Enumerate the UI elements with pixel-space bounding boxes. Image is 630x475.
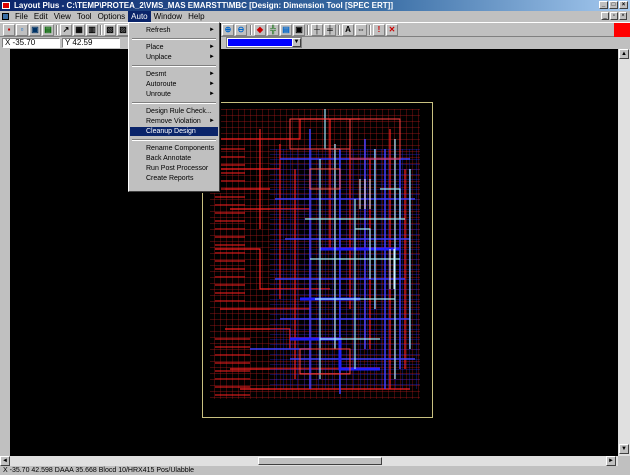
menu-item-refresh[interactable]: Refresh ► [130, 26, 218, 35]
zoom-out-icon[interactable]: ⊖ [235, 24, 247, 36]
menu-separator [132, 139, 216, 141]
connect-icon[interactable]: ┼ [311, 24, 323, 36]
menu-separator [132, 102, 216, 104]
auto-menu-dropdown: Refresh ► Place ► Unplace ► Desmt ► Autorout… [128, 22, 220, 192]
submenu-arrow-icon: ► [209, 44, 215, 50]
menu-separator [132, 65, 216, 67]
status-bar: X -35.70 42.598 DAAA 35.668 Blocd 10/HRX… [0, 466, 630, 475]
submenu-arrow-icon: ► [209, 91, 215, 97]
toolbar-separator [56, 25, 58, 35]
submenu-arrow-icon: ► [209, 54, 215, 60]
submenu-arrow-icon: ► [209, 27, 215, 33]
scroll-left-icon[interactable]: ◄ [0, 456, 10, 466]
menu-item-rename-components[interactable]: Rename Components [130, 144, 218, 153]
left-gutter [0, 49, 10, 456]
tool-icon-3[interactable]: ▥ [86, 24, 98, 36]
layer-color-swatch [228, 39, 292, 46]
tool-icon-4[interactable]: ▧ [104, 24, 116, 36]
chevron-down-icon[interactable]: ▼ [292, 38, 301, 47]
menu-separator [132, 38, 216, 40]
vertical-scrollbar[interactable]: ▲ ▼ [618, 49, 630, 456]
menu-options[interactable]: Options [95, 11, 129, 22]
horizontal-scroll-thumb[interactable] [258, 457, 382, 465]
menu-file[interactable]: File [12, 11, 31, 22]
doc-close-button[interactable]: × [619, 12, 627, 20]
print-icon[interactable]: ▤ [42, 24, 54, 36]
menu-window[interactable]: Window [151, 11, 185, 22]
toolbar-separator [100, 25, 102, 35]
minimize-button[interactable]: _ [599, 1, 608, 9]
doc-restore-button[interactable]: ▫ [610, 12, 618, 20]
menu-tool[interactable]: Tool [74, 11, 95, 22]
window-title: Layout Plus - C:\TEMP\PROTEA_2\VMS_MAS E… [14, 1, 393, 10]
submenu-arrow-icon: ► [209, 81, 215, 87]
menu-item-create-reports[interactable]: Create Reports [130, 174, 218, 183]
menu-item-unplace[interactable]: Unplace ► [130, 53, 218, 62]
coordinate-bar: X -35.70 Y 42.59 ▼ [0, 37, 630, 49]
zoom-in-icon[interactable]: ⊕ [222, 24, 234, 36]
submenu-arrow-icon: ► [209, 71, 215, 77]
menu-item-run-post-processor[interactable]: Run Post Processor [130, 164, 218, 173]
menu-edit[interactable]: Edit [31, 11, 51, 22]
tool-icon-2[interactable]: ▦ [73, 24, 85, 36]
text-icon[interactable]: A [342, 24, 354, 36]
menu-help[interactable]: Help [185, 11, 207, 22]
error-icon[interactable]: ✕ [386, 24, 398, 36]
dimension-icon[interactable]: ⇔ [355, 24, 367, 36]
close-button[interactable]: × [619, 1, 628, 9]
board-outline [202, 102, 433, 418]
layer-select[interactable]: ▼ [226, 37, 302, 48]
save-icon[interactable]: ▣ [29, 24, 41, 36]
toolbar: ▪ ▫ ▣ ▤ ↗ ▦ ▥ ▧ ▨ ⊕ ⊖ ◆ ╬ ▤ ▣ ┼ ╪ A ⇔ ! … [0, 22, 630, 37]
doc-minimize-button[interactable]: _ [601, 12, 609, 20]
toolbar-separator [307, 25, 309, 35]
drc-icon[interactable]: ! [373, 24, 385, 36]
tool-icon-1[interactable]: ↗ [60, 24, 72, 36]
scroll-right-icon[interactable]: ► [606, 456, 616, 466]
x-coordinate: X -35.70 [2, 38, 60, 48]
menu-bar: File Edit View Tool Options Auto Window … [0, 11, 630, 22]
toolbar-separator [338, 25, 340, 35]
scroll-down-icon[interactable]: ▼ [619, 444, 629, 454]
menu-item-back-annotate[interactable]: Back Annotate [130, 154, 218, 163]
app-icon[interactable] [2, 2, 10, 9]
via-icon[interactable]: ▣ [293, 24, 305, 36]
menu-item-design-rule-check[interactable]: Design Rule Check... [130, 107, 218, 116]
y-coordinate: Y 42.59 [62, 38, 120, 48]
menu-item-remove-violation[interactable]: Remove Violation ► [130, 117, 218, 126]
scroll-up-icon[interactable]: ▲ [619, 49, 629, 59]
menu-item-unroute[interactable]: Unroute ► [130, 90, 218, 99]
menu-item-place[interactable]: Place ► [130, 43, 218, 52]
document-icon[interactable] [2, 13, 9, 20]
route-icon[interactable]: ╬ [267, 24, 279, 36]
title-bar: Layout Plus - C:\TEMP\PROTEA_2\VMS_MAS E… [0, 0, 630, 11]
pad-icon[interactable]: ▤ [280, 24, 292, 36]
measure-icon[interactable]: ╪ [324, 24, 336, 36]
status-indicator [614, 23, 630, 37]
design-canvas[interactable] [10, 49, 618, 456]
open-icon[interactable]: ▫ [16, 24, 28, 36]
component-icon[interactable]: ◆ [254, 24, 266, 36]
menu-item-cleanup-design[interactable]: Cleanup Design [130, 127, 218, 136]
toolbar-separator [369, 25, 371, 35]
menu-item-desmt[interactable]: Desmt ► [130, 70, 218, 79]
submenu-arrow-icon: ► [209, 118, 215, 124]
maximize-button[interactable]: □ [609, 1, 618, 9]
menu-item-autoroute[interactable]: Autoroute ► [130, 80, 218, 89]
horizontal-scrollbar[interactable]: ◄ ► [0, 456, 618, 466]
menu-auto[interactable]: Auto [128, 11, 151, 22]
new-icon[interactable]: ▪ [3, 24, 15, 36]
menu-view[interactable]: View [51, 11, 74, 22]
toolbar-separator [250, 25, 252, 35]
